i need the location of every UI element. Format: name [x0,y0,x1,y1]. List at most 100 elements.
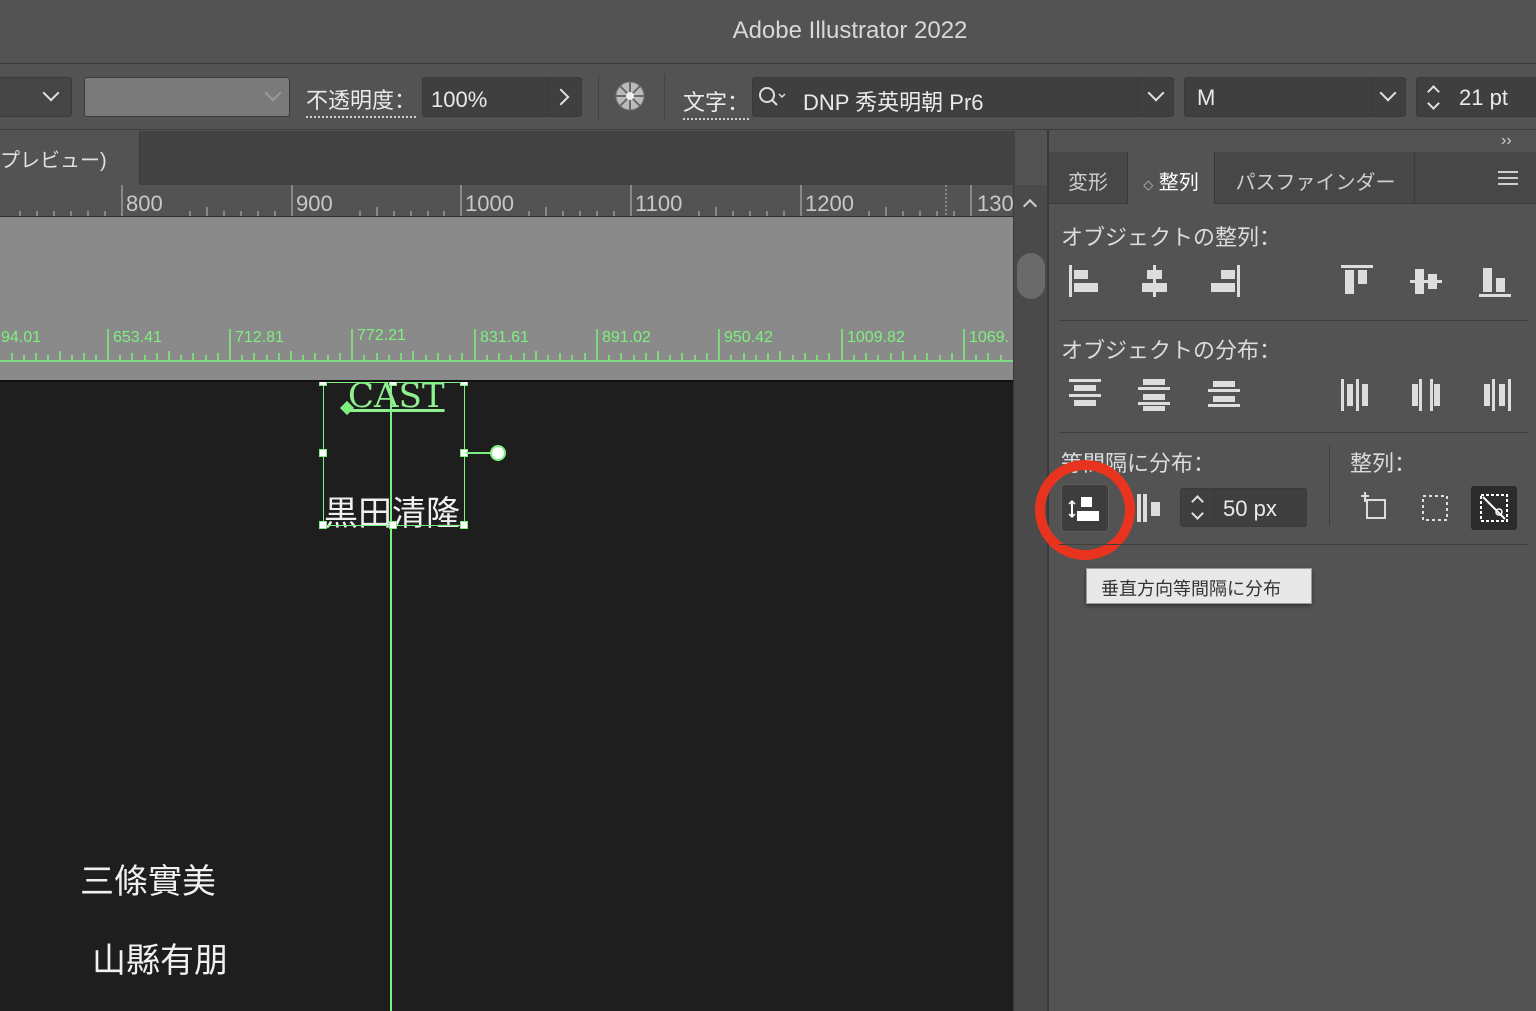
align-objects-title: オブジェクトの整列： [1061,225,1282,250]
chevron-down-icon [1379,84,1397,102]
opacity-value: 100% [431,87,488,112]
guide-ruler-label: 831.61 [480,329,529,346]
recolor-artwork-icon[interactable] [614,80,646,112]
ruler-label: 900 [296,191,333,216]
align-bottom-icon[interactable] [1475,261,1515,301]
font-family-field[interactable]: DNP 秀英明朝 Pr6 [752,77,1174,117]
font-family-value: DNP 秀英明朝 Pr6 [803,90,984,115]
ruler-label: 1200 [805,191,854,216]
align-left-icon[interactable] [1065,261,1105,301]
search-icon [757,85,787,111]
horizontal-distribute-space-icon[interactable] [1131,488,1171,528]
ruler-label: 800 [126,191,163,216]
tab-transform[interactable]: 変形 [1049,152,1127,204]
document-tab[interactable]: プレビュー) [0,131,140,185]
tab-transform-label: 変形 [1068,172,1108,194]
guide-ruler-label: 1069. [969,329,1010,346]
chevron-right-icon[interactable] [552,88,570,106]
cast-name-text[interactable]: 三條實美 [80,854,216,903]
stepper-down-icon[interactable] [1427,97,1440,110]
font-size-value: 21 pt [1459,85,1508,110]
character-label[interactable]: 文字： [683,85,750,120]
guide-ruler-label: 891.02 [602,329,651,346]
ruler-label: 1100 [635,191,683,216]
tooltip: 垂直方向等間隔に分布 [1086,568,1312,604]
align-to-title: 整列： [1350,451,1417,476]
chevron-down-icon [42,84,60,102]
spacing-field[interactable]: 50 px [1180,488,1307,527]
distribute-bottom-icon[interactable] [1204,375,1244,415]
scroll-up-icon[interactable] [1022,198,1038,214]
panel-tabs: 変形 ◇ 整列 パスファインダー [1049,152,1536,204]
tab-align-label: 整列 [1158,172,1199,194]
selection-handle[interactable] [319,449,327,457]
control-bar: 不透明度： 100% 文字： DNP 秀英明朝 Pr6 M 21 pt [0,64,1536,130]
guide-ruler-label: 1009.82 [847,329,905,346]
panel-menu-icon[interactable] [1498,170,1518,186]
align-right-icon[interactable] [1204,261,1244,301]
rotate-handle-line [466,452,492,454]
pasteboard: 94.01 653.41 712.81 772.21 831.61 891.02… [0,217,1013,380]
app-title: Adobe Illustrator 2022 [732,17,968,44]
chevron-down-icon [264,84,282,102]
opacity-field[interactable]: 100% [422,77,582,117]
selection-handle[interactable] [460,382,468,386]
ruler-label: 130 [977,191,1014,216]
distribute-objects-title: オブジェクトの分布： [1061,338,1282,363]
top-ruler[interactable]: 800 900 1000 1100 1200 130 [0,185,1015,217]
selection-handle[interactable] [319,382,327,386]
key-object-icon [1480,494,1508,522]
distribute-left-icon[interactable] [1337,375,1377,415]
tab-updown-icon: ◇ [1143,177,1154,192]
stroke-dropdown[interactable] [0,77,72,117]
selection-handle[interactable] [460,521,468,529]
guide-ruler-label: 653.41 [113,329,162,346]
guide-ruler-label: 94.01 [1,329,42,346]
document-tab-label: プレビュー) [0,150,107,172]
divider [1059,544,1529,545]
stepper-up-icon[interactable] [1427,85,1440,98]
tab-pathfinder[interactable]: パスファインダー [1217,152,1415,204]
align-to-key-object-button[interactable] [1471,486,1517,530]
tab-pathfinder-label: パスファインダー [1235,172,1396,194]
distribute-horizontal-center-icon[interactable] [1406,375,1446,415]
guide-ruler [0,329,1013,362]
align-to-selection-icon[interactable] [1355,488,1395,528]
distribute-right-icon[interactable] [1475,375,1515,415]
vertical-scrollbar[interactable] [1013,185,1047,1011]
ruler-label: 1000 [465,191,514,216]
chevron-down-icon [1147,84,1165,102]
guide-ruler-label: 712.81 [235,329,284,346]
tab-align[interactable]: ◇ 整列 [1127,152,1215,204]
guide-ruler-label: 772.21 [357,327,406,344]
artboard[interactable]: CAST 黒田清隆 三條實美 山縣有朋 [0,380,1013,1011]
font-size-field[interactable]: 21 pt [1416,77,1536,117]
align-horizontal-center-icon[interactable] [1134,261,1174,301]
highlight-ring [1035,460,1135,560]
selection-handle[interactable] [389,521,397,529]
guide-ruler-label: 950.42 [724,329,773,346]
align-vertical-center-icon[interactable] [1406,261,1446,301]
tab-strip [140,131,1015,185]
cast-name-text[interactable]: 山縣有朋 [92,933,228,982]
selection-handle[interactable] [389,382,397,386]
style-swatch[interactable] [84,77,290,117]
rotate-handle[interactable] [490,445,506,461]
spacing-value: 50 px [1223,496,1277,521]
align-to-artboard-icon[interactable] [1415,488,1455,528]
selection-handle[interactable] [319,521,327,529]
collapse-panel-icon[interactable]: ›› [1501,132,1512,150]
scroll-thumb[interactable] [1017,253,1045,299]
distribute-vertical-center-icon[interactable] [1134,375,1174,415]
stepper-down-icon[interactable] [1191,507,1204,520]
divider [1329,446,1330,526]
title-bar: Adobe Illustrator 2022 [0,0,1536,64]
font-style-value: M [1197,85,1216,110]
stepper-up-icon[interactable] [1191,495,1204,508]
divider [1059,320,1529,321]
align-top-icon[interactable] [1337,261,1377,301]
distribute-top-icon[interactable] [1065,375,1105,415]
font-style-field[interactable]: M [1184,77,1406,117]
opacity-label[interactable]: 不透明度： [306,83,417,118]
divider [1059,432,1529,433]
